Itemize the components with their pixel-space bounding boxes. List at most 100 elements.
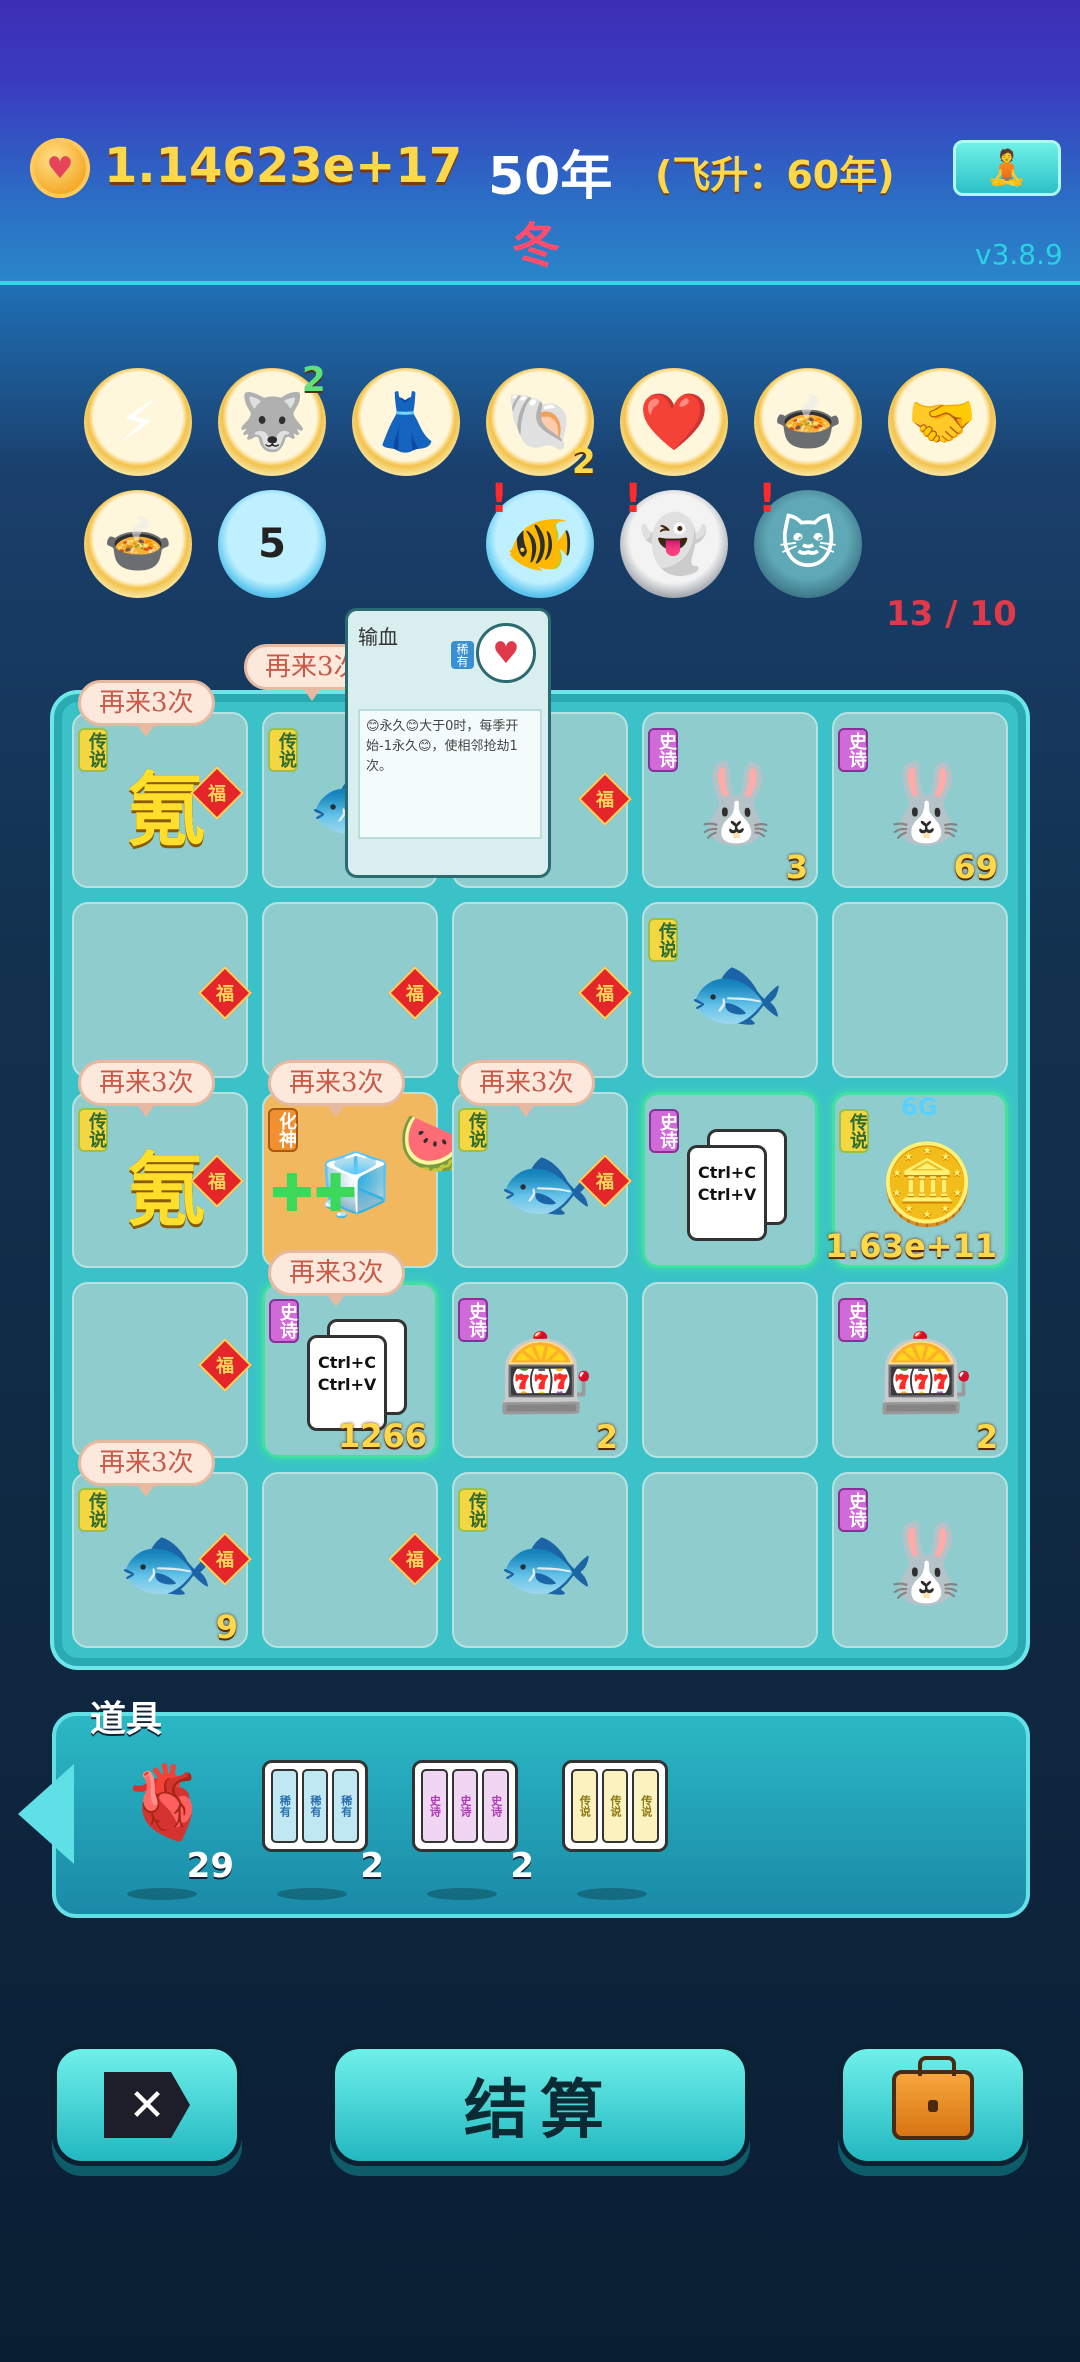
board-cell[interactable]: 史诗 Ctrl+C Ctrl+V 1266 <box>262 1282 438 1458</box>
rare-cardset-icon: 稀有 稀有 稀有 <box>262 1760 368 1852</box>
buff-lightning[interactable]: ⚡ <box>84 368 192 476</box>
prop-legend-cardset[interactable]: 传说 传说 传说 <box>562 1760 672 1900</box>
bag-button[interactable] <box>838 2044 1028 2166</box>
settle-label: 结算 <box>464 2074 616 2148</box>
rarity-tag: 史诗 <box>838 1488 868 1532</box>
close-button[interactable]: ✕ <box>52 2044 242 2166</box>
buff-bowl-arrow[interactable]: 🍲 <box>754 368 862 476</box>
tooltip-rarity-tag: 稀有 <box>451 641 474 669</box>
board-cell[interactable]: 传说 🐟 <box>642 902 818 1078</box>
plus-effect-icon: ✚✚ <box>270 1164 358 1224</box>
calendar-icon: 5 <box>258 521 286 567</box>
board-cell[interactable]: 史诗 🐰 69 <box>832 712 1008 888</box>
board-cell[interactable] <box>642 1472 818 1648</box>
heart-blood-icon: ❤️ <box>639 390 709 455</box>
board-cell[interactable]: 化神 🧊 ✚✚ 🍉 <box>262 1092 473 1268</box>
rarity-tag: 传说 <box>839 1109 869 1153</box>
board-cell[interactable]: 传说 🐟 福 9 <box>72 1472 252 1648</box>
item-count: 2 <box>595 1418 618 1456</box>
shell-icon: 🐚 <box>505 390 575 455</box>
board-cell[interactable]: 史诗 🎰 2 <box>832 1282 1008 1458</box>
board-cell[interactable]: 传说 氪 福 <box>72 712 248 888</box>
fu-icon: 福 <box>198 966 252 1020</box>
year-display: 50年 <box>488 147 613 207</box>
prop-epic-cardset[interactable]: 史诗 史诗 史诗 2 <box>412 1760 534 1900</box>
ghost-icon: 👻 <box>639 512 709 577</box>
item-count: 1266 <box>337 1417 427 1455</box>
retry-bubble: 再来3次 <box>78 1440 215 1497</box>
bowl-arrow-icon: 🍲 <box>103 512 173 577</box>
buff-heart-blood[interactable]: ❤️ <box>620 368 728 476</box>
meditate-icon: 🧘 <box>985 148 1029 188</box>
board-cell[interactable]: 史诗 🐰 3 <box>642 712 818 888</box>
rarity-tag: 史诗 <box>648 728 678 772</box>
board-cell[interactable]: 福 <box>262 902 442 1078</box>
handshake-icon: 🤝 <box>907 390 977 455</box>
prop-count: 29 <box>186 1846 234 1886</box>
close-icon: ✕ <box>104 2072 190 2138</box>
rabbit-tent-icon: 🐰 <box>877 758 975 849</box>
board-cell[interactable]: 传说 6G 🪙 1.63e+11 <box>825 1092 1008 1268</box>
version-label: v3.8.9 <box>975 238 1063 271</box>
buff-shell-count: 2 <box>572 442 596 482</box>
board-cell[interactable]: 传说 🐟 <box>452 1472 628 1648</box>
rarity-tag: 传说 <box>78 1108 108 1152</box>
board-cell[interactable]: 史诗 Ctrl+C Ctrl+V <box>642 1092 818 1268</box>
rarity-tag: 传说 <box>268 728 298 772</box>
level-badge: 6G <box>901 1093 938 1121</box>
prop-shadow <box>277 1888 347 1900</box>
buff-handshake[interactable]: 🤝 <box>888 368 996 476</box>
buff-husky-count: 2 <box>302 360 326 400</box>
heart-blood-icon: ♥ <box>476 623 536 683</box>
money-counter: 1.14623e+17 <box>104 138 463 194</box>
prop-rare-cardset[interactable]: 稀有 稀有 稀有 2 <box>262 1760 384 1900</box>
fu-icon: 福 <box>388 966 442 1020</box>
rarity-tag: 史诗 <box>269 1299 299 1343</box>
buff-skirt[interactable]: 👗 <box>352 368 460 476</box>
settle-button[interactable]: 结算 <box>330 2044 750 2166</box>
tooltip-description: 😊永久😊大于0时，每季开始-1永久😊，使相邻抢劫1次。 <box>358 709 542 839</box>
copy-paste-card: Ctrl+C Ctrl+V <box>687 1145 767 1241</box>
season-label: 冬 <box>512 218 561 274</box>
prop-shadow <box>577 1888 647 1900</box>
buff-calendar[interactable]: 5 <box>218 490 326 598</box>
rarity-tag: 史诗 <box>838 728 868 772</box>
coin-icon: ♥ <box>30 138 90 198</box>
lightning-icon: ⚡ <box>118 389 158 455</box>
board-cell[interactable]: 传说 氪 福 <box>72 1092 248 1268</box>
cat-couple-icon: 🐱 <box>778 511 838 577</box>
item-count: 3 <box>785 848 808 886</box>
board-cell[interactable]: 福 <box>262 1472 442 1648</box>
board-cell[interactable]: 史诗 🎰 2 <box>452 1282 628 1458</box>
board-cell[interactable]: 福 <box>72 1282 252 1458</box>
board-cell[interactable]: 福 <box>452 902 632 1078</box>
legend-cardset-icon: 传说 传说 传说 <box>562 1760 668 1852</box>
board-cell[interactable] <box>832 902 1008 1078</box>
prop-liver[interactable]: 🫀 29 <box>112 1760 234 1900</box>
rarity-tag: 化神 <box>268 1108 298 1152</box>
retry-bubble: 再来3次 <box>78 1060 215 1117</box>
board-cell[interactable]: 福 <box>72 902 252 1078</box>
koi-fish-icon: 🐟 <box>497 1518 595 1609</box>
item-tooltip: 输血 稀有 ♥ 😊永久😊大于0时，每季开始-1永久😊，使相邻抢劫1次。 <box>345 608 551 878</box>
rarity-tag: 史诗 <box>838 1298 868 1342</box>
retry-bubble: 再来3次 <box>78 680 215 737</box>
rarity-tag: 传说 <box>648 918 678 962</box>
fishbowl-icon: 🐠 <box>505 512 575 577</box>
liver-icon: 🫀 <box>122 1760 212 1844</box>
alert-icon: ! <box>624 476 643 522</box>
prop-count: 2 <box>360 1846 384 1886</box>
fu-icon: 福 <box>198 1338 252 1392</box>
alert-icon: ! <box>758 476 777 522</box>
props-label: 道具 <box>90 1698 163 1740</box>
buff-bowl-arrow-2[interactable]: 🍲 <box>84 490 192 598</box>
prop-shadow <box>127 1888 197 1900</box>
board-cell[interactable]: 史诗 🐰 <box>832 1472 1008 1648</box>
arrow-left-icon[interactable] <box>18 1764 74 1864</box>
retry-bubble: 再来3次 <box>458 1060 595 1117</box>
meditate-button[interactable]: 🧘 <box>953 140 1061 196</box>
board-cell[interactable]: 传说 🐟 福 <box>452 1092 632 1268</box>
husky-icon: 🐺 <box>237 390 307 455</box>
item-count: 2 <box>975 1418 998 1456</box>
board-cell[interactable] <box>642 1282 818 1458</box>
